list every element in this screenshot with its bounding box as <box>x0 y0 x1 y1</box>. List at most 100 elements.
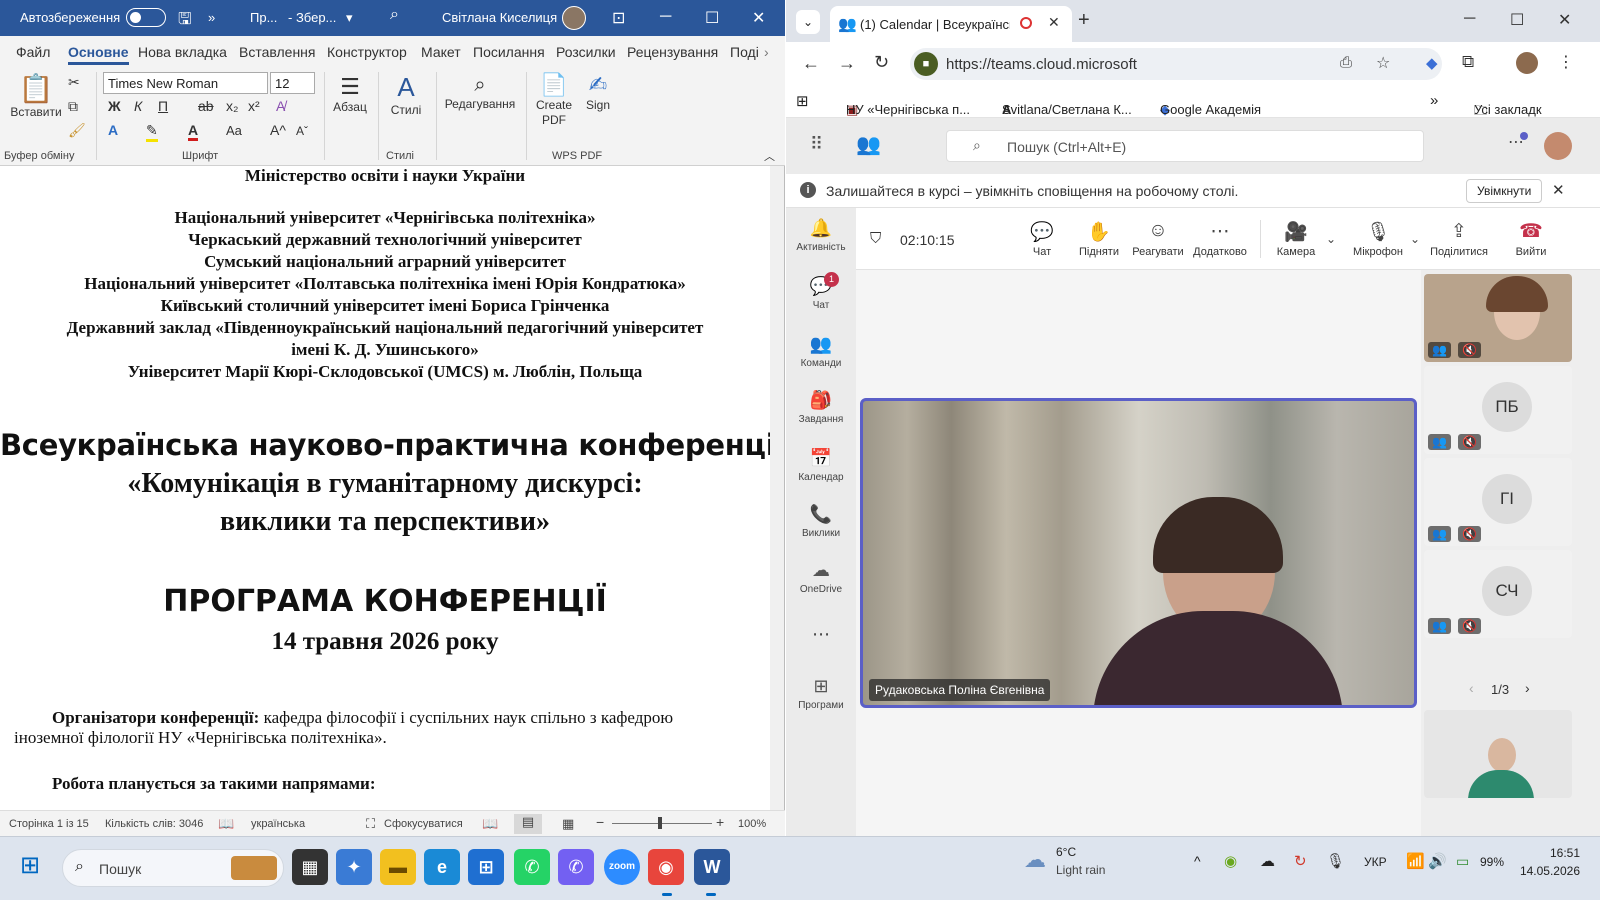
shrink-font-icon[interactable]: Aˇ <box>296 124 308 138</box>
zoom-level[interactable]: 100% <box>738 818 766 830</box>
self-video-tile[interactable] <box>1424 710 1572 798</box>
store-icon[interactable]: ⊞ <box>468 849 504 885</box>
font-name-select[interactable]: Times New Roman <box>103 72 268 94</box>
doc-name[interactable]: Пр... <box>250 10 277 25</box>
print-layout-icon[interactable]: ▤ <box>514 814 542 834</box>
close-banner-icon[interactable]: ✕ <box>1552 181 1565 199</box>
zoom-icon[interactable]: zoom <box>604 849 640 885</box>
word-icon[interactable]: W <box>694 849 730 885</box>
zoom-in-icon[interactable]: + <box>716 814 724 830</box>
format-painter-icon[interactable]: 🖌 <box>68 122 86 139</box>
web-layout-icon[interactable]: ▦ <box>562 816 574 832</box>
copilot-icon[interactable]: ✦ <box>336 849 372 885</box>
leave-button[interactable]: ☎ Вийти <box>1508 220 1554 258</box>
tab-mailings[interactable]: Розсилки <box>556 44 616 60</box>
tab-home[interactable]: Основне <box>68 44 129 65</box>
language-indicator[interactable]: українська <box>251 818 305 830</box>
pin-icon[interactable]: 👥 <box>1428 526 1451 542</box>
whatsapp-icon[interactable]: ✆ <box>514 849 550 885</box>
page-count[interactable]: Сторінка 1 із 15 <box>9 818 89 830</box>
word-count[interactable]: Кількість слів: 3046 <box>105 818 203 830</box>
prev-page-icon[interactable]: ‹ <box>1469 680 1474 696</box>
bold-button[interactable]: Ж <box>108 98 121 114</box>
close-tab-icon[interactable]: ✕ <box>1048 14 1060 31</box>
forward-icon[interactable]: → <box>838 53 856 74</box>
change-case-button[interactable]: Aa <box>226 123 242 138</box>
rail-onedrive[interactable]: ☁ OneDrive <box>786 560 856 595</box>
apps-grid-icon[interactable]: ⊞ <box>796 92 809 110</box>
text-effects-icon[interactable]: A <box>108 122 118 138</box>
participant-tile[interactable]: СЧ 👥 🔇 <box>1424 550 1572 638</box>
chrome-icon[interactable]: ◉ <box>648 849 684 885</box>
back-icon[interactable]: ← <box>802 53 820 74</box>
paragraph-button[interactable]: ☰ Абзац <box>330 74 370 114</box>
save-icon[interactable]: 🖫 <box>178 8 192 35</box>
camera-in-use-icon[interactable]: ■ <box>914 52 938 76</box>
app-launcher-icon[interactable]: ⠿ <box>810 134 823 155</box>
tab-layout[interactable]: Макет <box>421 44 461 60</box>
more-button[interactable]: ⋯ Додатково <box>1190 220 1250 258</box>
search-placeholder[interactable]: Пошук (Ctrl+Alt+E) <box>1007 139 1126 155</box>
participant-tile[interactable]: ПБ 👥 🔇 <box>1424 366 1572 454</box>
maximize-icon[interactable]: ☐ <box>705 8 719 28</box>
superscript-icon[interactable]: x² <box>248 98 260 114</box>
volume-icon[interactable]: 🔊 <box>1428 852 1447 870</box>
tab-new[interactable]: Нова вкладка <box>138 44 227 60</box>
shield-icon[interactable]: ⛉ <box>870 230 881 247</box>
font-color-icon[interactable]: A <box>188 122 199 141</box>
pin-icon[interactable]: 👥 <box>1428 618 1451 634</box>
cut-icon[interactable]: ✂ <box>68 74 80 91</box>
underline-button[interactable]: П <box>158 98 168 114</box>
tab-design[interactable]: Конструктор <box>327 44 407 60</box>
tab-references[interactable]: Посилання <box>473 44 545 60</box>
user-avatar[interactable] <box>1544 132 1572 160</box>
ribbon-display-icon[interactable]: ⊡ <box>612 8 625 28</box>
rain-cloud-icon[interactable]: ☁ <box>1024 847 1046 873</box>
sync-icon[interactable]: ↻ <box>1294 852 1307 870</box>
chevron-down-icon[interactable]: ▾ <box>346 10 353 26</box>
participant-tile[interactable]: ГІ 👥 🔇 <box>1424 458 1572 546</box>
bookmarks-overflow[interactable]: » <box>1430 92 1438 109</box>
next-page-icon[interactable]: › <box>1525 680 1530 696</box>
tab-file[interactable]: Файл <box>16 44 50 60</box>
teams-search[interactable]: ⌕ Пошук (Ctrl+Alt+E) <box>946 130 1424 162</box>
zoom-slider[interactable] <box>612 823 712 824</box>
collapse-ribbon-icon[interactable]: ︿ <box>764 148 775 164</box>
address-bar[interactable]: ■ https://teams.cloud.microsoft ⎙ ☆ <box>910 48 1442 80</box>
participant-video-tile[interactable]: 👥 🔇 <box>1424 274 1572 362</box>
camera-button[interactable]: 🎥 Камера <box>1274 220 1318 258</box>
profile-avatar[interactable] <box>1516 52 1538 74</box>
search-icon[interactable]: ⌕ <box>390 6 399 24</box>
bookmark-star-icon[interactable]: ☆ <box>1376 53 1390 73</box>
minimize-icon[interactable]: ─ <box>1464 10 1475 28</box>
maximize-icon[interactable]: ☐ <box>1510 10 1524 30</box>
grow-font-icon[interactable]: A^ <box>270 122 286 138</box>
clock-date[interactable]: 14.05.2026 <box>1512 864 1580 878</box>
pin-icon[interactable]: 👥 <box>1428 434 1451 450</box>
save-state[interactable]: - Збер... <box>288 10 336 25</box>
rail-chat[interactable]: 💬 Чат 1 <box>786 272 856 311</box>
tab-view[interactable]: Поді <box>730 44 759 60</box>
enable-notifications-button[interactable]: Увімкнути <box>1466 179 1543 203</box>
reload-icon[interactable]: ↻ <box>874 52 889 73</box>
italic-button[interactable]: К <box>134 98 142 114</box>
font-size-select[interactable]: 12 <box>270 72 315 94</box>
clock-time[interactable]: 16:51 <box>1532 846 1580 860</box>
styles-button[interactable]: A Стилі <box>384 72 428 117</box>
install-app-icon[interactable]: ⎙ <box>1340 54 1352 71</box>
tab-review[interactable]: Рецензування <box>627 44 718 60</box>
proofing-icon[interactable]: 📖 <box>218 816 234 832</box>
copy-icon[interactable]: ⧉ <box>68 98 78 115</box>
close-icon[interactable]: ✕ <box>752 8 765 28</box>
raise-hand-button[interactable]: ✋ Підняти <box>1074 220 1124 258</box>
menu-icon[interactable]: ⋮ <box>1558 52 1574 72</box>
battery-icon[interactable]: ▭ <box>1456 853 1469 870</box>
chat-button[interactable]: 💬 Чат <box>1024 220 1060 258</box>
autosave-toggle[interactable] <box>126 8 166 27</box>
new-tab-icon[interactable]: + <box>1078 9 1090 32</box>
browser-tab[interactable]: 👥 (1) Calendar | Всеукраїнськ ✕ <box>830 6 1072 42</box>
vertical-scrollbar[interactable] <box>770 166 784 810</box>
tray-app-icon[interactable]: ◉ <box>1224 852 1237 870</box>
tab-insert[interactable]: Вставлення <box>239 44 316 60</box>
viber-icon[interactable]: ✆ <box>558 849 594 885</box>
